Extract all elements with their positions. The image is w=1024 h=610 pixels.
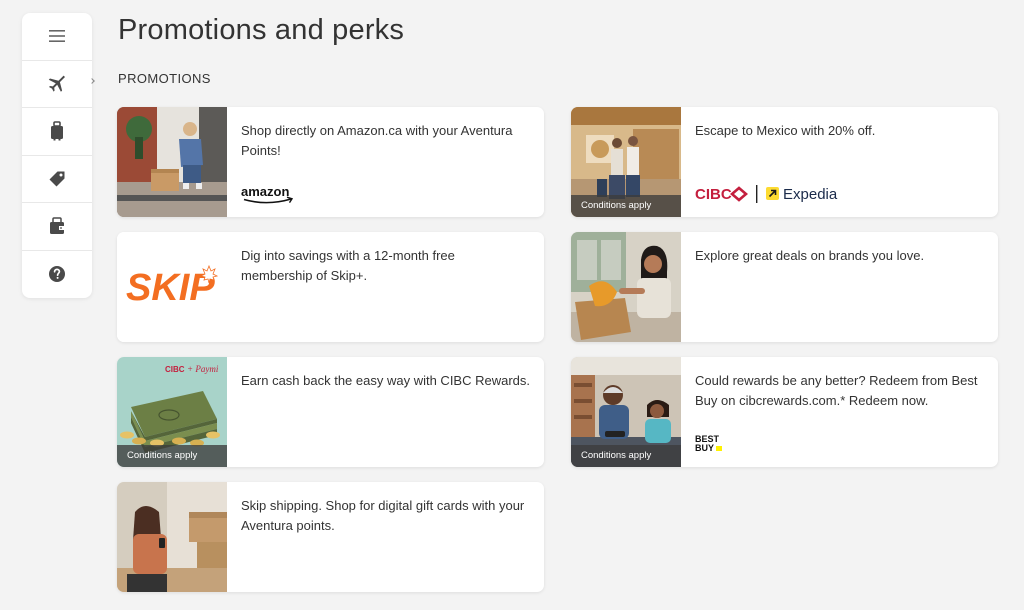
promo-image-gift-cards: [117, 482, 227, 592]
help-icon: [48, 265, 66, 283]
tag-icon: [48, 170, 66, 188]
svg-text:BUY: BUY: [695, 443, 714, 453]
page-title: Promotions and perks: [118, 14, 405, 46]
promo-card-gift-cards[interactable]: Skip shipping. Shop for digital gift car…: [117, 482, 544, 592]
wallet-icon: [48, 217, 66, 235]
skip-logo: SKIP: [117, 232, 227, 342]
svg-text:Expedia: Expedia: [783, 186, 838, 203]
cibc-expedia-logo: CIBC Expedia: [695, 183, 855, 210]
airplane-icon: [47, 74, 67, 94]
sidebar-item-offers[interactable]: [22, 156, 92, 203]
bestbuy-logo: BEST BUY: [695, 433, 727, 460]
svg-text:amazon: amazon: [241, 185, 289, 199]
promo-image-brands: [571, 232, 681, 342]
promo-text: Could rewards be any better? Redeem from…: [695, 373, 978, 408]
sidebar-item-luggage[interactable]: [22, 108, 92, 156]
promo-text: Escape to Mexico with 20% off.: [695, 123, 876, 138]
promo-image-amazon: [117, 107, 227, 217]
promo-text: Shop directly on Amazon.ca with your Ave…: [241, 123, 513, 158]
promo-card-amazon[interactable]: Shop directly on Amazon.ca with your Ave…: [117, 107, 544, 217]
svg-text:SKIP: SKIP: [126, 267, 215, 309]
amazon-logo: amazon: [241, 184, 301, 210]
promo-card-bestbuy[interactable]: Conditions apply Could rewards be any be…: [571, 357, 998, 467]
sidebar-item-wallet[interactable]: [22, 203, 92, 251]
section-label: PROMOTIONS: [118, 71, 211, 86]
promo-text: Skip shipping. Shop for digital gift car…: [241, 498, 525, 533]
promo-card-expedia[interactable]: Conditions apply Escape to Mexico with 2…: [571, 107, 998, 217]
sidebar-item-help[interactable]: [22, 251, 92, 299]
promo-text: Explore great deals on brands you love.: [695, 248, 925, 263]
sidebar-item-travel[interactable]: [22, 61, 92, 108]
promo-text: Earn cash back the easy way with CIBC Re…: [241, 373, 531, 388]
luggage-icon: [48, 121, 66, 141]
sidebar-item-menu[interactable]: [22, 13, 92, 61]
svg-text:CIBC: CIBC: [695, 186, 732, 203]
svg-text:CIBC: CIBC: [165, 365, 185, 374]
conditions-apply-label: Conditions apply: [571, 445, 681, 467]
menu-icon: [48, 28, 66, 44]
sidebar: [22, 13, 92, 298]
conditions-apply-label: Conditions apply: [571, 195, 681, 217]
conditions-apply-label: Conditions apply: [117, 445, 227, 467]
promo-card-skip[interactable]: SKIP Dig into savings with a 12-month fr…: [117, 232, 544, 342]
svg-text:+ Paymi: + Paymi: [187, 364, 219, 374]
promo-card-cibc-rewards[interactable]: CIBC + Paymi Conditions apply Earn cash …: [117, 357, 544, 467]
promo-card-brands[interactable]: Explore great deals on brands you love.: [571, 232, 998, 342]
promo-text: Dig into savings with a 12-month free me…: [241, 248, 455, 283]
